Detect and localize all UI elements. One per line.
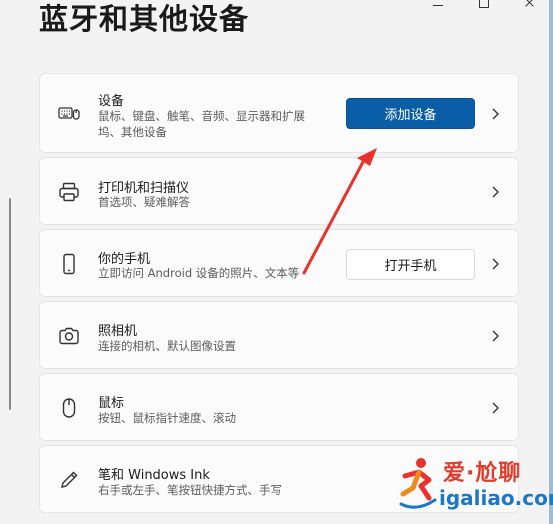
window-edge	[549, 0, 553, 524]
phone-icon	[58, 253, 80, 275]
keyboard-mouse-icon	[58, 102, 80, 124]
add-device-button[interactable]: 添加设备	[346, 98, 475, 129]
window-controls	[415, 0, 553, 12]
printers-card[interactable]: 打印机和扫描仪 首选项、疑难解答	[39, 157, 519, 225]
mouse-title: 鼠标	[98, 396, 125, 411]
phone-card[interactable]: 你的手机 立即访问 Android 设备的照片、文本等 打开手机	[39, 229, 519, 297]
minimize-button[interactable]	[415, 0, 461, 12]
close-button[interactable]	[507, 0, 553, 12]
mouse-card[interactable]: 鼠标 按钮、鼠标指针速度、滚动	[39, 373, 519, 441]
camera-card[interactable]: 照相机 连接的相机、默认图像设置	[39, 301, 519, 369]
pen-icon	[58, 469, 80, 491]
chevron-right-icon	[490, 185, 500, 199]
chevron-right-icon	[490, 257, 500, 271]
watermark-title: 爱·尬聊	[443, 461, 522, 486]
devices-subtitle-line-1: 鼠标、键盘、触笔、音频、显示器和扩展	[98, 109, 305, 123]
mouse-subtitle: 按钮、鼠标指针速度、滚动	[98, 411, 236, 425]
phone-subtitle: 立即访问 Android 设备的照片、文本等	[98, 266, 300, 280]
mouse-icon	[58, 397, 80, 419]
scrollbar[interactable]	[9, 198, 11, 410]
camera-title: 照相机	[98, 324, 138, 339]
camera-subtitle: 连接的相机、默认图像设置	[98, 339, 236, 353]
printers-subtitle: 首选项、疑难解答	[98, 195, 190, 209]
devices-title: 设备	[98, 94, 125, 109]
pen-subtitle: 右手或左手、笔按钮快捷方式、手写	[98, 483, 282, 497]
chevron-right-icon	[490, 107, 500, 121]
runner-logo-icon	[399, 458, 437, 509]
devices-card[interactable]: 设备 鼠标、键盘、触笔、音频、显示器和扩展 坞、其他设备 添加设备	[39, 73, 519, 153]
watermark: 爱·尬聊 igaliao.com	[399, 452, 553, 518]
maximize-button[interactable]	[461, 0, 507, 12]
watermark-url: igaliao.com	[439, 486, 553, 510]
pen-title: 笔和 Windows Ink	[98, 468, 210, 483]
open-phone-button[interactable]: 打开手机	[346, 249, 475, 280]
camera-icon	[58, 325, 80, 347]
chevron-right-icon	[490, 329, 500, 343]
page-title: 蓝牙和其他设备	[39, 2, 250, 36]
printer-icon	[58, 181, 80, 203]
chevron-right-icon	[490, 401, 500, 415]
devices-subtitle-line-2: 坞、其他设备	[98, 125, 167, 139]
